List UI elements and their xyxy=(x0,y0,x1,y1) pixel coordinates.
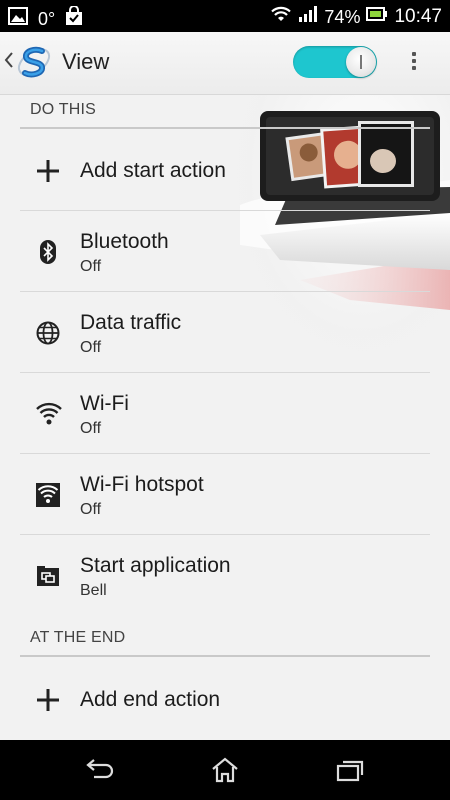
globe-icon xyxy=(36,321,60,345)
wifi-label: Wi-Fi xyxy=(80,392,129,415)
start-application-action-row[interactable]: Start application Bell xyxy=(20,536,430,616)
overflow-menu-icon[interactable] xyxy=(409,49,419,77)
home-icon[interactable] xyxy=(209,757,241,783)
section-header-label: DO THIS xyxy=(30,101,97,118)
data-traffic-action-row[interactable]: Data traffic Off xyxy=(20,293,430,373)
recent-apps-icon[interactable] xyxy=(334,757,366,783)
toggle-knob xyxy=(346,47,376,77)
battery-icon xyxy=(366,6,388,27)
plus-icon xyxy=(36,159,60,183)
bluetooth-value: Off xyxy=(80,258,102,275)
wifi-icon xyxy=(36,402,62,426)
section-header-label: AT THE END xyxy=(30,629,126,646)
wifi-hotspot-value: Off xyxy=(80,501,102,518)
section-header-at-the-end: AT THE END xyxy=(20,623,430,657)
event-enable-toggle[interactable] xyxy=(293,46,377,78)
battery-percent: 74% xyxy=(324,6,361,27)
back-icon[interactable] xyxy=(84,757,116,783)
navigation-bar xyxy=(0,740,450,800)
wifi-signal-icon xyxy=(270,5,292,28)
action-bar: View xyxy=(0,32,450,95)
data-traffic-value: Off xyxy=(80,339,102,356)
cell-signal-icon xyxy=(298,5,318,28)
add-start-action-label: Add start action xyxy=(80,159,226,182)
application-icon xyxy=(36,564,60,588)
plus-icon xyxy=(36,688,60,712)
gallery-notification-icon xyxy=(8,7,28,30)
page-title: View xyxy=(62,49,110,74)
status-bar: 0° 74% 10:47 xyxy=(0,0,450,32)
action-list: DO THIS Add start action Bluetooth Off D… xyxy=(0,95,450,740)
clock: 10:47 xyxy=(394,5,442,27)
start-application-value: Bell xyxy=(80,582,107,599)
back-chevron-icon[interactable] xyxy=(4,50,14,75)
wifi-hotspot-label: Wi-Fi hotspot xyxy=(80,473,204,496)
add-end-action-row[interactable]: Add end action xyxy=(20,660,430,740)
data-traffic-label: Data traffic xyxy=(80,311,182,334)
bluetooth-action-row[interactable]: Bluetooth Off xyxy=(20,212,430,292)
shopping-bag-notification-icon xyxy=(65,5,83,31)
wifi-hotspot-icon xyxy=(36,483,60,507)
smart-connect-app-icon[interactable] xyxy=(15,43,53,81)
start-application-label: Start application xyxy=(80,554,231,577)
add-start-action-row[interactable]: Add start action xyxy=(20,131,430,211)
temperature-text: 0° xyxy=(38,8,56,29)
section-header-do-this: DO THIS xyxy=(20,95,430,129)
bluetooth-label: Bluetooth xyxy=(80,230,169,253)
add-end-action-label: Add end action xyxy=(80,688,221,711)
bluetooth-icon xyxy=(36,240,60,264)
wifi-value: Off xyxy=(80,420,102,437)
wifi-action-row[interactable]: Wi-Fi Off xyxy=(20,374,430,454)
wifi-hotspot-action-row[interactable]: Wi-Fi hotspot Off xyxy=(20,455,430,535)
